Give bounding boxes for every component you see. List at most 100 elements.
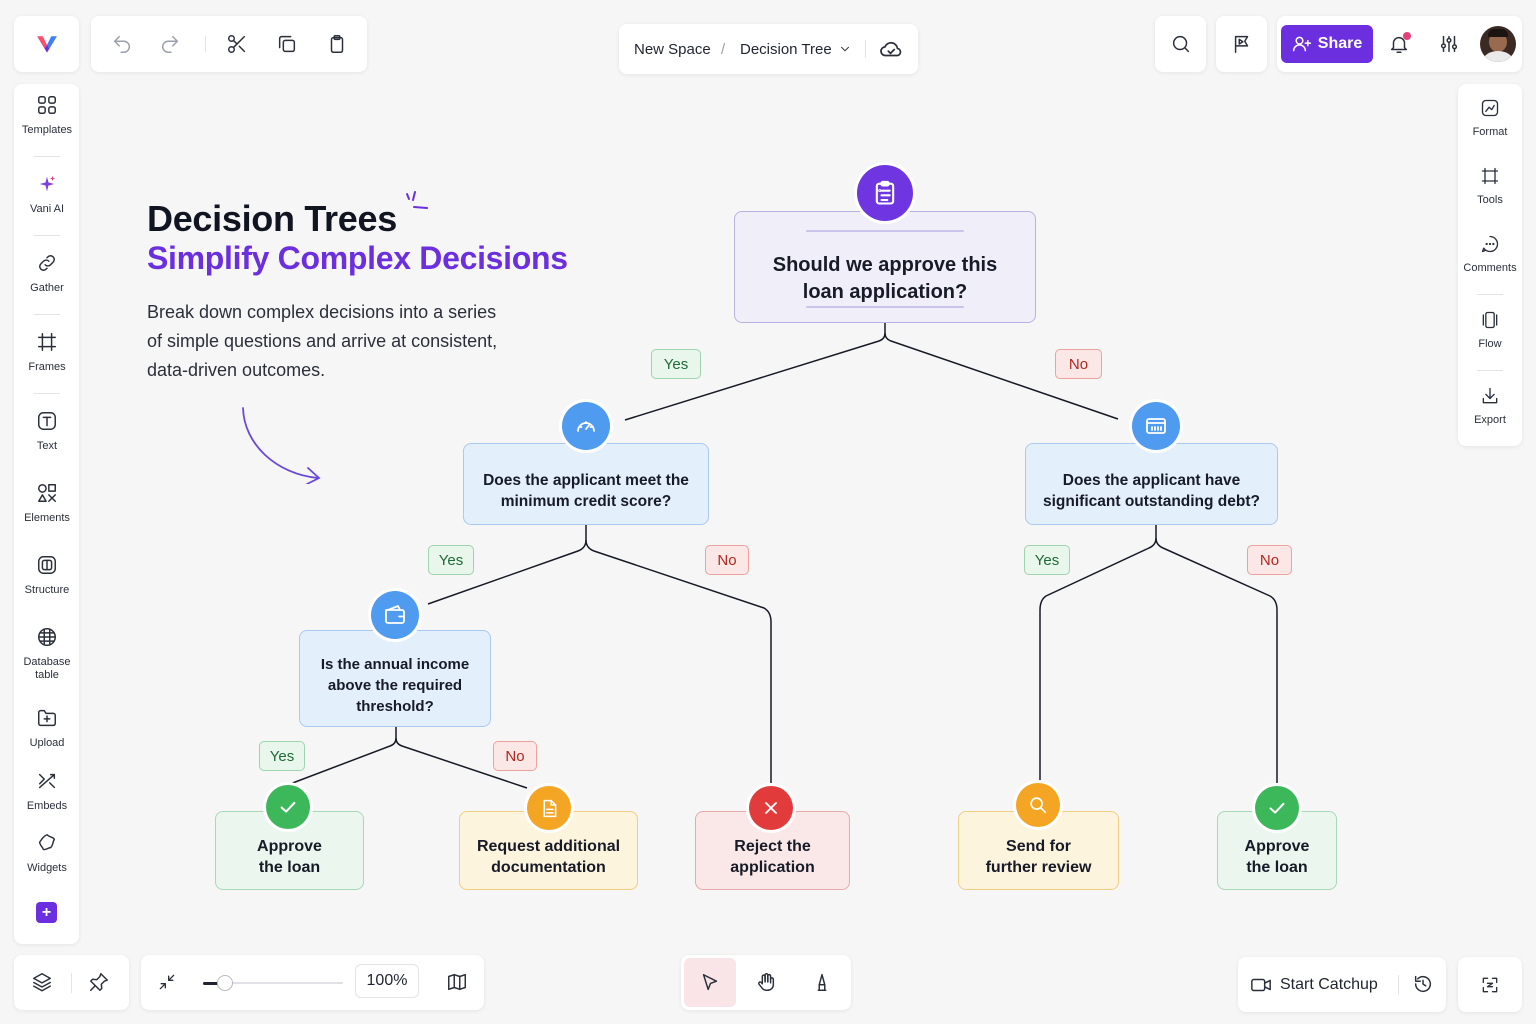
sparkle-lines-icon	[406, 191, 428, 209]
sidebar-item-widgets[interactable]: Widgets	[14, 832, 80, 875]
zoom-panel: 100%	[141, 955, 484, 1010]
structure-icon	[38, 556, 56, 574]
right-item-tools[interactable]: Tools	[1458, 166, 1522, 206]
sidebar-label-widgets: Widgets	[27, 862, 67, 874]
redo-icon[interactable]	[155, 29, 185, 59]
comments-icon	[1481, 235, 1499, 253]
copy-icon[interactable]	[272, 29, 302, 59]
pin-icon[interactable]	[84, 967, 114, 997]
elements-icon	[38, 484, 56, 502]
scissors-icon[interactable]	[222, 29, 252, 59]
breadcrumb-separator: /	[721, 40, 726, 58]
document-icon	[542, 799, 556, 817]
node-income-question[interactable]: Is the annual income above the required …	[299, 630, 491, 727]
sidebar-label-text: Text	[36, 440, 58, 452]
breadcrumb-space[interactable]: New Space	[634, 24, 711, 74]
right-item-comments[interactable]: Comments	[1458, 234, 1522, 274]
sidebar-item-text[interactable]: Text	[14, 410, 80, 453]
text-icon	[38, 412, 56, 430]
collapse-icon[interactable]	[152, 967, 182, 997]
tag-yes-credit: Yes	[428, 545, 474, 575]
sidebar-label-database-table: Database table	[23, 656, 71, 681]
node-debt-question[interactable]: Does the applicant have significant outs…	[1025, 443, 1278, 525]
start-catchup-label: Start Catchup	[1280, 975, 1378, 993]
wallet-icon	[385, 605, 405, 624]
node-debt-text: Does the applicant have significant outs…	[1043, 472, 1260, 510]
layers-divider	[71, 973, 72, 993]
tag-yes-income: Yes	[259, 741, 305, 771]
sliders-icon[interactable]	[1434, 29, 1464, 59]
avatar[interactable]	[1480, 26, 1516, 62]
clipboard-icon[interactable]	[322, 29, 352, 59]
sidebar-item-structure[interactable]: Structure	[14, 554, 80, 597]
embeds-icon	[38, 773, 56, 789]
root-deco-line-top	[806, 230, 964, 232]
sidebar-item-embeds[interactable]: Embeds	[14, 770, 80, 813]
right-label-export: Export	[1474, 414, 1506, 426]
share-button[interactable]: Share	[1281, 25, 1373, 63]
zoom-value[interactable]: 100%	[355, 964, 419, 998]
right-item-export[interactable]: Export	[1458, 386, 1522, 426]
sidebar-item-frames[interactable]: Frames	[14, 331, 80, 374]
tag-yes-root: Yes	[651, 349, 701, 379]
share-label: Share	[1317, 35, 1363, 52]
hand-icon[interactable]	[751, 967, 781, 997]
fit-screen-icon[interactable]	[1458, 957, 1522, 1012]
database-table-icon	[38, 628, 56, 646]
breadcrumb: New Space / Decision Tree	[619, 24, 918, 74]
breadcrumb-page[interactable]: Decision Tree	[740, 24, 832, 74]
tag-yes-debt: Yes	[1024, 545, 1070, 575]
logo-icon[interactable]	[14, 16, 79, 72]
search-icon[interactable]	[1155, 16, 1206, 72]
history-icon[interactable]	[1408, 969, 1438, 999]
approve2-badge	[1255, 786, 1299, 830]
sidebar-item-vani-ai[interactable]: Vani AI	[14, 173, 80, 216]
income-badge	[371, 591, 419, 639]
catchup-panel: Start Catchup	[1238, 957, 1446, 1012]
tag-no-root: No	[1055, 349, 1102, 379]
sidebar-divider	[34, 235, 60, 236]
sidebar-divider	[34, 393, 60, 394]
outcome-approve-1-text: Approve the loan	[257, 837, 322, 876]
cloud-check-icon[interactable]	[875, 35, 907, 63]
magnifier-icon	[1030, 797, 1047, 814]
templates-icon	[38, 96, 56, 114]
chevron-down-icon[interactable]	[835, 39, 855, 59]
bell-icon[interactable]	[1384, 29, 1414, 59]
right-item-flow[interactable]: Flow	[1458, 310, 1522, 350]
outcome-docs-text: Request additional documentation	[476, 837, 621, 876]
map-icon[interactable]	[442, 967, 472, 997]
debt-badge	[1132, 402, 1180, 450]
frame-icon	[38, 333, 56, 351]
node-credit-question[interactable]: Does the applicant meet the minimum cred…	[463, 443, 709, 525]
sidebar-item-upload[interactable]: Upload	[14, 707, 80, 750]
flag-play-icon[interactable]	[1216, 16, 1267, 72]
tag-no-credit: No	[705, 545, 749, 575]
sidebar-item-gather[interactable]: Gather	[14, 252, 80, 295]
sidebar-label-gather: Gather	[30, 282, 64, 294]
clipboard-list-icon	[875, 180, 895, 205]
zoom-slider-handle[interactable]	[217, 975, 233, 991]
check-icon	[1269, 802, 1285, 814]
pointer-tool[interactable]	[684, 958, 736, 1007]
x-icon	[765, 802, 777, 814]
edit-toolbar	[91, 16, 367, 72]
hero-subtitle: Simplify Complex Decisions	[147, 240, 568, 276]
pen-icon[interactable]	[807, 967, 837, 997]
right-item-format[interactable]: Format	[1458, 98, 1522, 138]
catchup-divider	[1398, 975, 1399, 995]
node-root-text: Should we approve this loan application?	[772, 254, 998, 303]
tag-no-income: No	[493, 741, 537, 771]
sidebar-item-database-table[interactable]: Database table	[14, 626, 80, 682]
root-badge	[857, 165, 913, 221]
sidebar-item-elements[interactable]: Elements	[14, 482, 80, 525]
video-icon	[1251, 978, 1271, 991]
zoom-slider[interactable]	[203, 975, 343, 991]
start-catchup-button[interactable]: Start Catchup	[1250, 967, 1390, 1002]
layers-icon[interactable]	[27, 967, 57, 997]
sidebar-add-button[interactable]: +	[36, 902, 57, 923]
present-panel	[1216, 16, 1267, 72]
undo-icon[interactable]	[107, 29, 137, 59]
check-icon	[280, 801, 296, 813]
sidebar-item-templates[interactable]: Templates	[14, 94, 80, 137]
